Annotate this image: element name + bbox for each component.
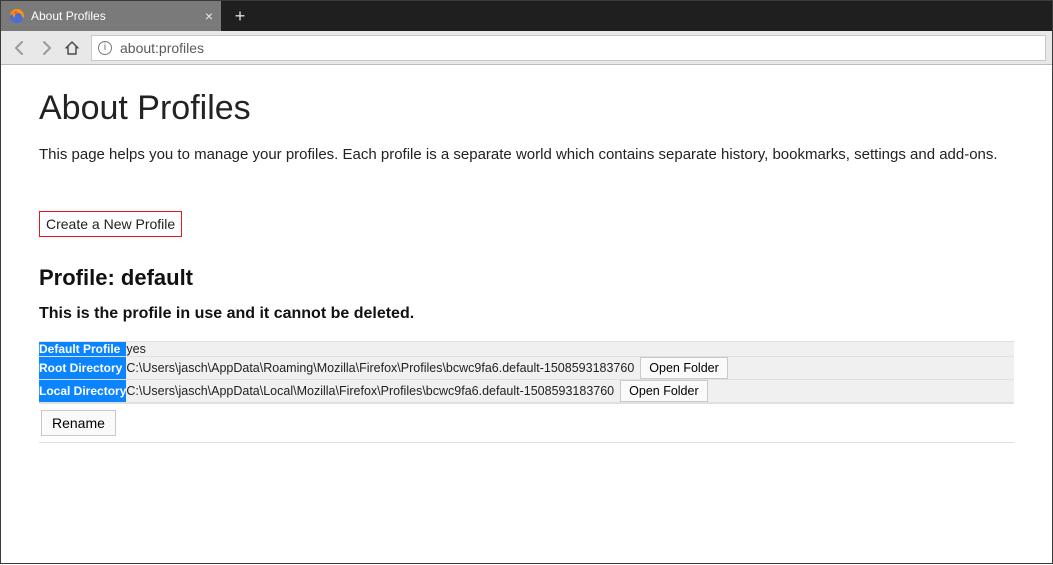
profile-heading: Profile: default	[39, 265, 1014, 291]
new-tab-button[interactable]: +	[225, 1, 255, 31]
label-default-profile: Default Profile	[39, 342, 126, 357]
row-root-directory: Root Directory C:\Users\jasch\AppData\Ro…	[39, 357, 1014, 380]
row-default-profile: Default Profile yes	[39, 342, 1014, 357]
url-text: about:profiles	[120, 40, 204, 56]
open-root-folder-button[interactable]: Open Folder	[640, 357, 727, 379]
back-button[interactable]	[7, 35, 33, 61]
value-default-profile-text: yes	[126, 342, 145, 356]
value-local-directory: C:\Users\jasch\AppData\Local\Mozilla\Fir…	[126, 380, 1014, 403]
url-bar[interactable]: i about:profiles	[91, 35, 1046, 61]
value-root-directory-text: C:\Users\jasch\AppData\Roaming\Mozilla\F…	[126, 361, 634, 375]
open-local-folder-button[interactable]: Open Folder	[620, 380, 707, 402]
create-profile-button[interactable]: Create a New Profile	[39, 211, 182, 237]
tab-title: About Profiles	[31, 9, 106, 23]
browser-titlebar: About Profiles × +	[1, 1, 1052, 31]
profile-inuse-notice: This is the profile in use and it cannot…	[39, 305, 1014, 323]
value-root-directory: C:\Users\jasch\AppData\Roaming\Mozilla\F…	[126, 357, 1014, 380]
forward-button[interactable]	[33, 35, 59, 61]
close-tab-icon[interactable]: ×	[205, 8, 213, 24]
page-info-icon[interactable]: i	[98, 41, 112, 55]
label-root-directory: Root Directory	[39, 357, 126, 380]
page-content: About Profiles This page helps you to ma…	[1, 65, 1052, 565]
page-heading: About Profiles	[39, 89, 1014, 128]
profile-table: Default Profile yes Root Directory C:\Us…	[39, 341, 1014, 403]
browser-tab[interactable]: About Profiles ×	[1, 1, 221, 31]
firefox-icon	[9, 8, 25, 24]
value-local-directory-text: C:\Users\jasch\AppData\Local\Mozilla\Fir…	[126, 384, 614, 398]
rename-button[interactable]: Rename	[41, 410, 116, 436]
row-local-directory: Local Directory C:\Users\jasch\AppData\L…	[39, 380, 1014, 403]
page-description: This page helps you to manage your profi…	[39, 146, 1014, 163]
label-local-directory: Local Directory	[39, 380, 126, 403]
home-button[interactable]	[59, 35, 85, 61]
value-default-profile: yes	[126, 342, 1014, 357]
profile-actions-row: Rename	[39, 403, 1014, 443]
browser-navbar: i about:profiles	[1, 31, 1052, 65]
